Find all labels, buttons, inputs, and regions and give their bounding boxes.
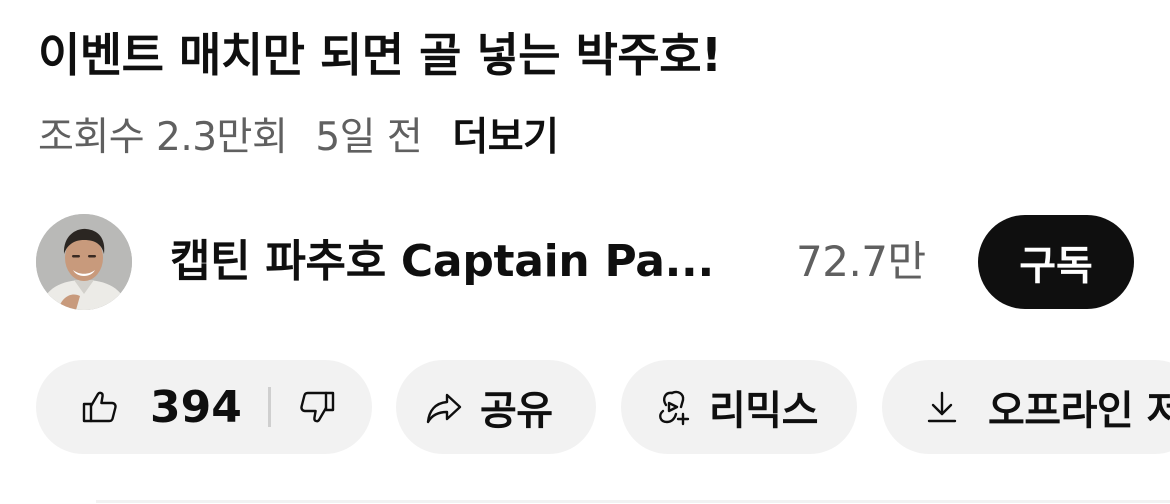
video-title: 이벤트 매치만 되면 골 넣는 박주호! (38, 28, 722, 82)
upload-time: 5일 전 (315, 115, 423, 160)
action-bar: 394 공유 리믹스 오프라인 저 (0, 360, 1170, 454)
offline-label: 오프라인 저 (988, 388, 1170, 434)
remix-icon (653, 387, 693, 427)
bottom-divider (96, 500, 1170, 503)
download-icon (922, 387, 962, 427)
like-button[interactable]: 394 (36, 360, 242, 454)
channel-avatar[interactable] (36, 214, 132, 310)
share-label: 공유 (480, 388, 553, 434)
offline-download-button[interactable]: 오프라인 저 (882, 360, 1170, 454)
subscribe-button[interactable]: 구독 (978, 215, 1134, 309)
dislike-button[interactable] (271, 360, 337, 454)
channel-row[interactable]: 캡틴 파추호 Captain Pa... 72.7만 구독 (36, 214, 1170, 310)
more-link[interactable]: 더보기 (452, 106, 559, 162)
subscriber-count: 72.7만 (796, 237, 926, 286)
remix-button[interactable]: 리믹스 (621, 360, 857, 454)
view-count: 조회수 2.3만회 (38, 115, 288, 160)
share-arrow-icon (424, 387, 464, 427)
like-dislike-group: 394 (36, 360, 372, 454)
video-meta[interactable]: 조회수 2.3만회 5일 전 더보기 (38, 106, 559, 162)
remix-label: 리믹스 (709, 388, 818, 434)
thumbs-up-icon (80, 387, 120, 427)
channel-name[interactable]: 캡틴 파추호 Captain Pa... (170, 234, 714, 290)
thumbs-down-icon (297, 387, 337, 427)
like-count: 394 (150, 381, 242, 433)
share-button[interactable]: 공유 (396, 360, 596, 454)
